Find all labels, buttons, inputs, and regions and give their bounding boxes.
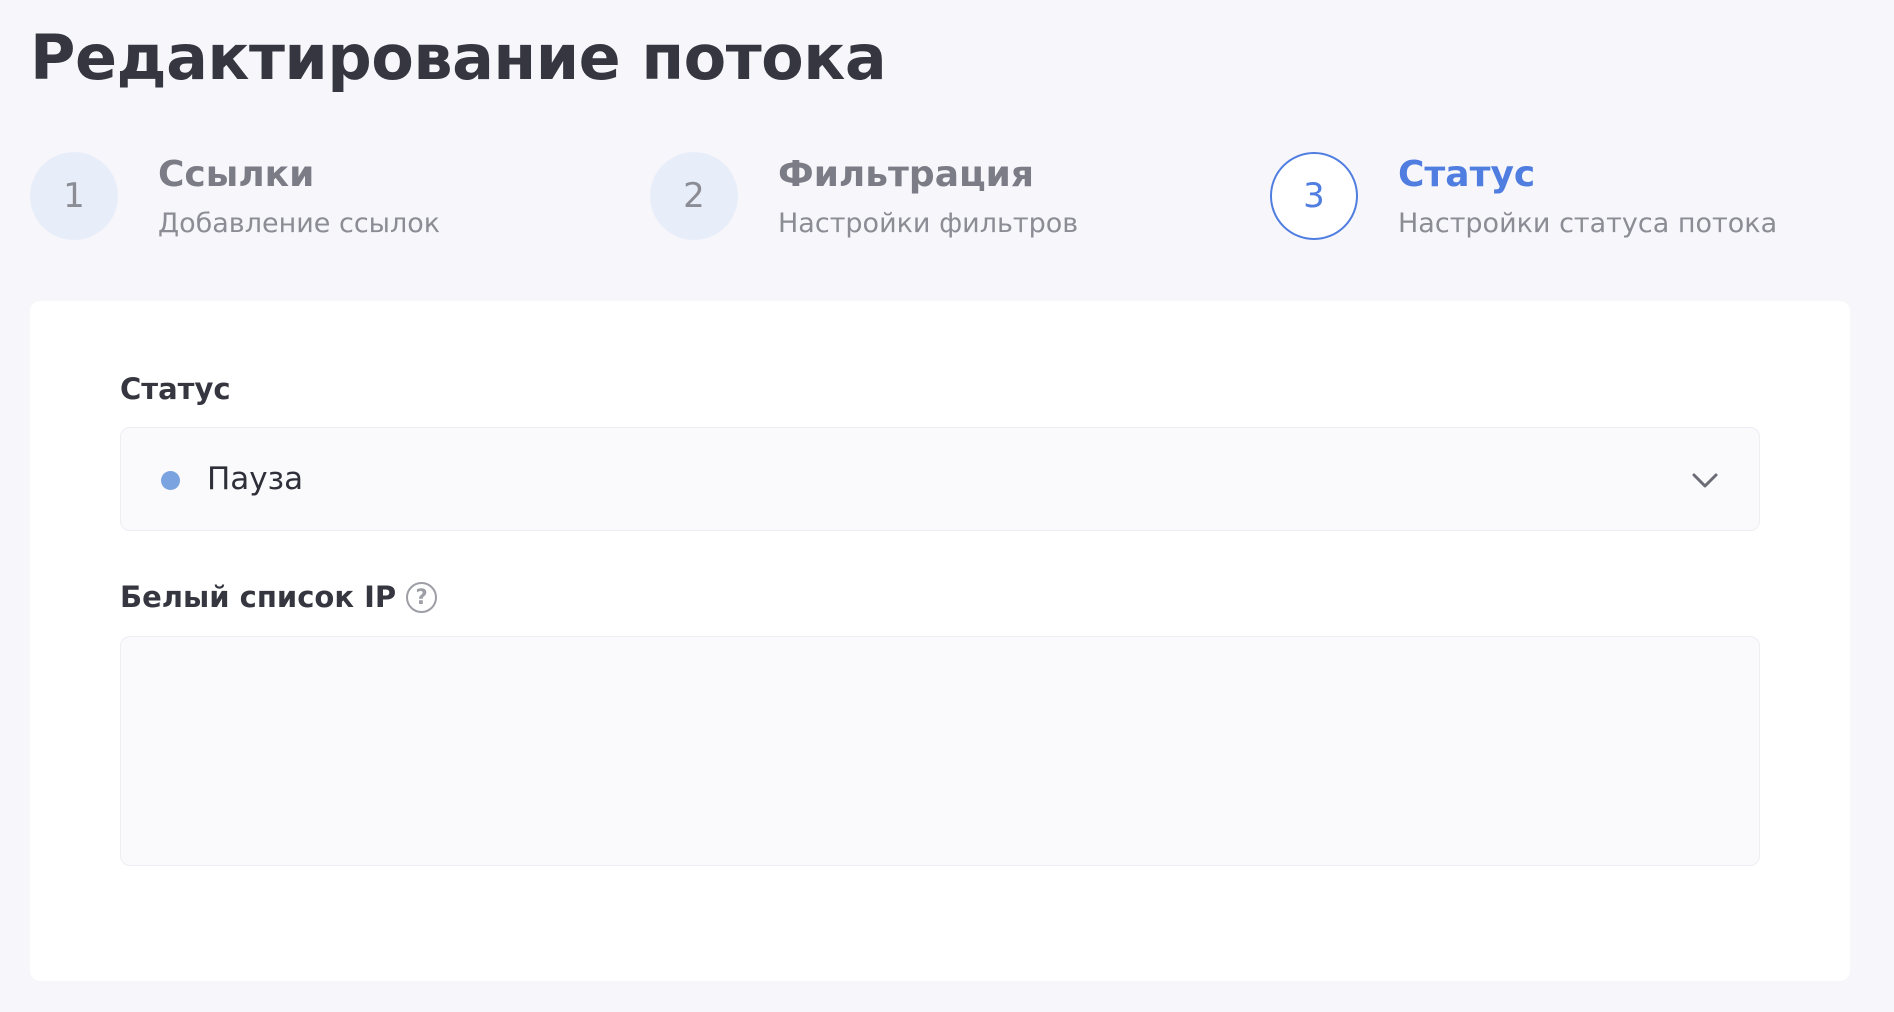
- whitelist-label-text: Белый список IP: [120, 580, 397, 614]
- status-label-text: Статус: [120, 372, 231, 406]
- step-number-circle: 3: [1270, 152, 1358, 240]
- page-title: Редактирование потока: [30, 21, 887, 94]
- step-subtitle: Настройки статуса потока: [1398, 208, 1778, 239]
- whitelist-ip-textarea[interactable]: [120, 636, 1760, 866]
- status-label: Статус: [120, 370, 231, 408]
- step-number-circle: 2: [650, 152, 738, 240]
- step-title: Ссылки: [158, 154, 315, 195]
- whitelist-label: Белый список IP ?: [120, 578, 438, 616]
- step-number-circle: 1: [30, 152, 118, 240]
- step-subtitle: Добавление ссылок: [158, 208, 441, 239]
- status-dot: [161, 471, 180, 490]
- step-subtitle: Настройки фильтров: [778, 208, 1079, 239]
- question-mark-icon[interactable]: ?: [406, 581, 438, 613]
- status-select-value: Пауза: [207, 461, 304, 497]
- status-select[interactable]: Пауза: [120, 427, 1760, 531]
- settings-card: Статус Пауза Белый список IP ?: [30, 301, 1850, 981]
- stepper: 1 Ссылки Добавление ссылок 2 Фильтрация …: [30, 152, 1860, 244]
- chevron-down-icon: [1692, 473, 1718, 488]
- step-title: Фильтрация: [778, 154, 1035, 195]
- step-title: Статус: [1398, 154, 1536, 195]
